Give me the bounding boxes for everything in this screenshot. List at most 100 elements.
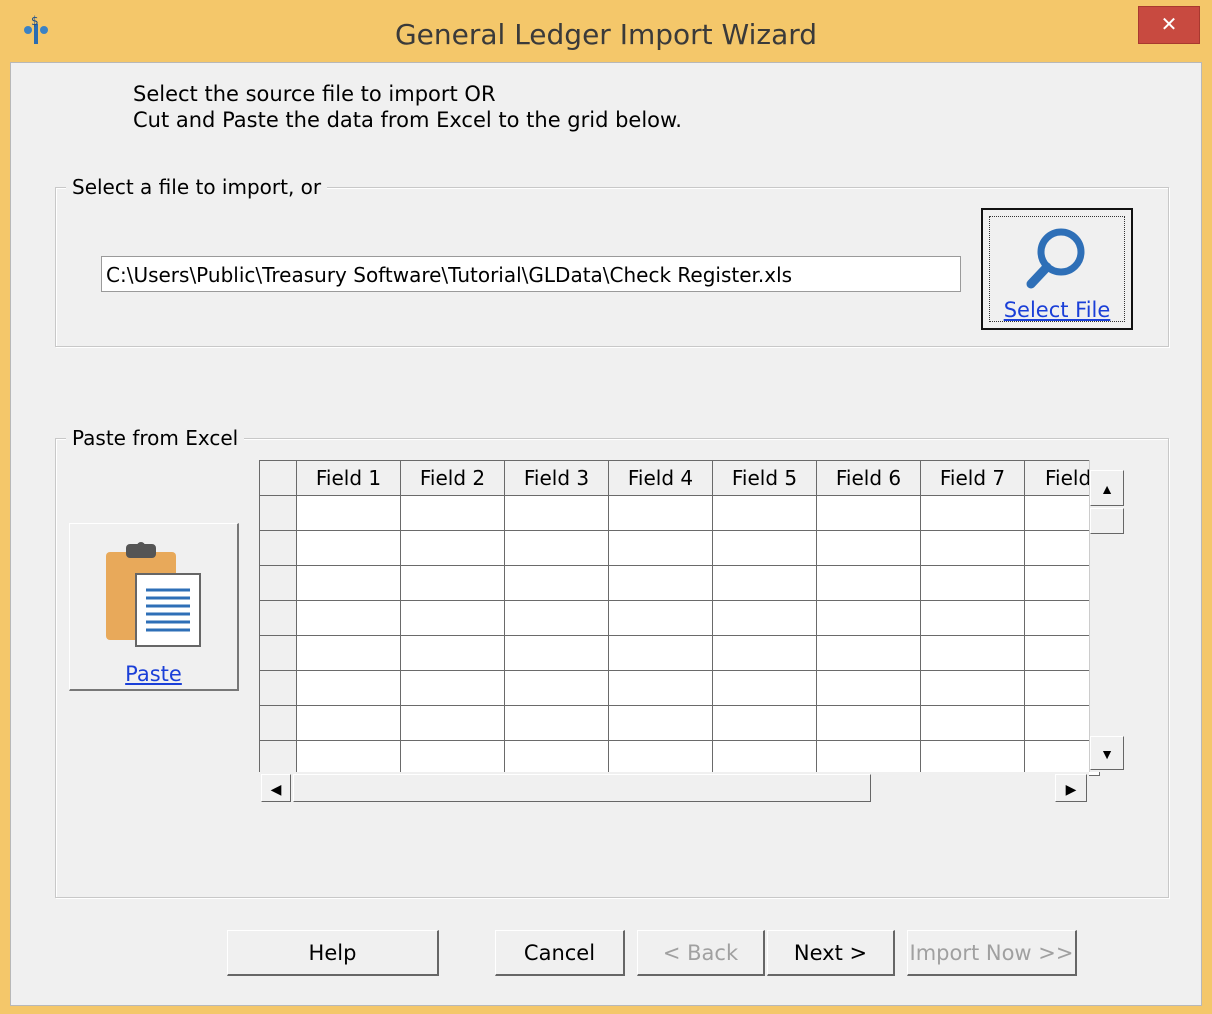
grid-cell[interactable] xyxy=(712,530,817,566)
grid-cell[interactable] xyxy=(816,635,921,671)
grid-cell[interactable] xyxy=(712,600,817,636)
scroll-up-button[interactable]: ▲ xyxy=(1090,470,1124,506)
title-bar[interactable]: $ General Ledger Import Wizard ✕ xyxy=(0,0,1212,62)
row-header[interactable] xyxy=(259,565,297,601)
grid-cell[interactable] xyxy=(816,670,921,706)
import-now-button[interactable]: Import Now >> xyxy=(907,930,1077,976)
row-header[interactable] xyxy=(259,740,297,776)
grid-cell[interactable] xyxy=(400,670,505,706)
row-header[interactable] xyxy=(259,600,297,636)
grid-cell[interactable] xyxy=(712,635,817,671)
close-icon: ✕ xyxy=(1160,14,1178,36)
grid-cell[interactable] xyxy=(816,565,921,601)
grid-cell[interactable] xyxy=(608,565,713,601)
grid-cell[interactable] xyxy=(920,530,1025,566)
close-button[interactable]: ✕ xyxy=(1138,6,1200,44)
file-path-input[interactable]: C:\Users\Public\Treasury Software\Tutori… xyxy=(101,256,961,292)
grid-cell[interactable] xyxy=(400,495,505,531)
grid-cell[interactable] xyxy=(504,635,609,671)
vertical-scrollbar[interactable]: ▲ ▼ xyxy=(1089,460,1124,772)
grid-cell[interactable] xyxy=(400,635,505,671)
grid-cell[interactable] xyxy=(400,565,505,601)
grid-cell[interactable] xyxy=(504,740,609,776)
grid-cell[interactable] xyxy=(504,600,609,636)
row-header[interactable] xyxy=(259,530,297,566)
paste-button[interactable]: Paste xyxy=(69,523,239,691)
wizard-body: Select the source file to import OR Cut … xyxy=(10,62,1202,1006)
column-header[interactable]: Field 2 xyxy=(400,460,505,496)
grid-cell[interactable] xyxy=(816,495,921,531)
table-row xyxy=(259,705,1100,741)
table-row xyxy=(259,495,1100,531)
intro-text: Select the source file to import OR Cut … xyxy=(133,81,682,133)
grid-cell[interactable] xyxy=(296,635,401,671)
grid-cell[interactable] xyxy=(296,565,401,601)
grid-cell[interactable] xyxy=(400,705,505,741)
grid-cell[interactable] xyxy=(608,530,713,566)
grid-cell[interactable] xyxy=(712,565,817,601)
grid-cell[interactable] xyxy=(608,635,713,671)
grid-cell[interactable] xyxy=(296,600,401,636)
hscroll-thumb[interactable] xyxy=(293,774,871,802)
row-header[interactable] xyxy=(259,495,297,531)
grid-cell[interactable] xyxy=(296,530,401,566)
back-button[interactable]: < Back xyxy=(637,930,765,976)
grid-cell[interactable] xyxy=(920,495,1025,531)
help-button[interactable]: Help xyxy=(227,930,439,976)
grid-cell[interactable] xyxy=(816,705,921,741)
next-button[interactable]: Next > xyxy=(767,930,895,976)
column-header[interactable]: Field 6 xyxy=(816,460,921,496)
grid-cell[interactable] xyxy=(816,740,921,776)
grid-cell[interactable] xyxy=(712,705,817,741)
row-header[interactable] xyxy=(259,635,297,671)
grid-cell[interactable] xyxy=(816,600,921,636)
grid-cell[interactable] xyxy=(920,565,1025,601)
grid-cell[interactable] xyxy=(920,705,1025,741)
horizontal-scrollbar[interactable]: ◀ ▶ xyxy=(259,772,1089,804)
grid-cell[interactable] xyxy=(504,705,609,741)
grid-cell[interactable] xyxy=(920,670,1025,706)
grid-cell[interactable] xyxy=(712,495,817,531)
row-header[interactable] xyxy=(259,705,297,741)
grid-cell[interactable] xyxy=(608,670,713,706)
grid-cell[interactable] xyxy=(712,670,817,706)
grid-cell[interactable] xyxy=(608,495,713,531)
column-header[interactable]: Field 7 xyxy=(920,460,1025,496)
cancel-button[interactable]: Cancel xyxy=(495,930,625,976)
grid-cell[interactable] xyxy=(816,530,921,566)
scroll-left-button[interactable]: ◀ xyxy=(261,774,291,802)
scroll-down-button[interactable]: ▼ xyxy=(1090,736,1124,770)
table-row xyxy=(259,740,1100,776)
column-header[interactable]: Field 5 xyxy=(712,460,817,496)
paste-group-legend: Paste from Excel xyxy=(66,426,245,450)
grid-cell[interactable] xyxy=(920,600,1025,636)
grid-cell[interactable] xyxy=(504,530,609,566)
window-title: General Ledger Import Wizard xyxy=(394,18,818,51)
scroll-right-button[interactable]: ▶ xyxy=(1055,774,1087,802)
grid-cell[interactable] xyxy=(296,495,401,531)
grid-cell[interactable] xyxy=(920,635,1025,671)
data-grid[interactable]: Field 1 Field 2 Field 3 Field 4 Field 5 … xyxy=(259,460,1123,804)
grid-cell[interactable] xyxy=(504,565,609,601)
column-header[interactable]: Field 3 xyxy=(504,460,609,496)
grid-cell[interactable] xyxy=(608,600,713,636)
grid-cell[interactable] xyxy=(296,670,401,706)
grid-cell[interactable] xyxy=(504,495,609,531)
grid-cell[interactable] xyxy=(296,740,401,776)
column-header[interactable]: Field 1 xyxy=(296,460,401,496)
grid-cell[interactable] xyxy=(608,740,713,776)
grid-cell[interactable] xyxy=(712,740,817,776)
grid-cell[interactable] xyxy=(296,705,401,741)
grid-cell[interactable] xyxy=(504,670,609,706)
select-file-button[interactable]: Select File xyxy=(981,208,1133,330)
grid-cell[interactable] xyxy=(920,740,1025,776)
grid-cell[interactable] xyxy=(400,600,505,636)
row-header[interactable] xyxy=(259,670,297,706)
grid-cell[interactable] xyxy=(400,530,505,566)
column-header[interactable]: Field 4 xyxy=(608,460,713,496)
grid-cell[interactable] xyxy=(400,740,505,776)
corner-header xyxy=(259,460,297,496)
wizard-window: $ General Ledger Import Wizard ✕ Select … xyxy=(0,0,1212,1014)
grid-cell[interactable] xyxy=(608,705,713,741)
scroll-thumb[interactable] xyxy=(1090,508,1124,534)
